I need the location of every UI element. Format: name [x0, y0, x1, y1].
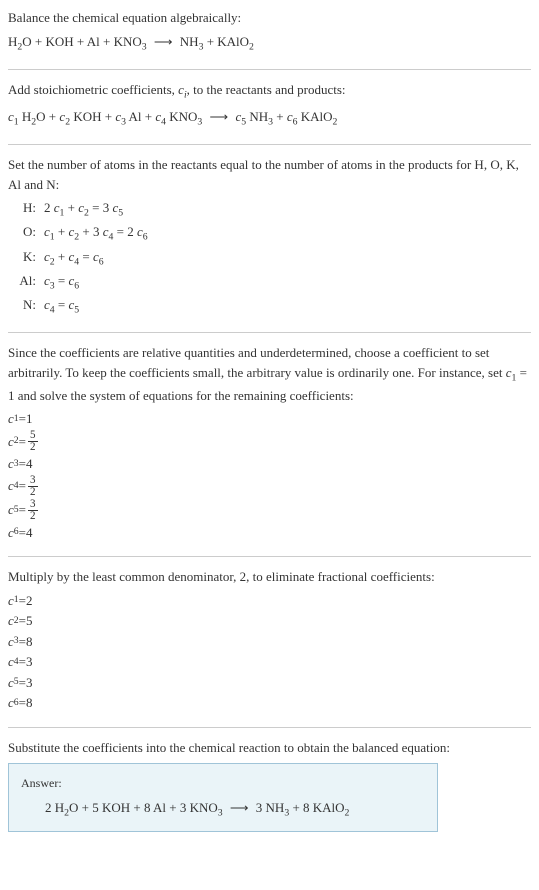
atom-row-n: N: c4 = c5	[8, 295, 531, 318]
divider	[8, 727, 531, 728]
atom-label: H:	[8, 198, 36, 218]
coef-row: c6 = 4	[8, 523, 531, 543]
atom-equations-table: H: 2 c1 + c2 = 3 c5 O: c1 + c2 + 3 c4 = …	[8, 198, 531, 318]
coef-row: c1 = 1	[8, 409, 531, 429]
coef-row: c3 = 4	[8, 454, 531, 474]
section2-title: Add stoichiometric coefficients, ci, to …	[8, 80, 531, 103]
section2-equation: c1 H2O + c2 KOH + c3 Al + c4 KNO3 ⟶ c5 N…	[8, 107, 531, 130]
atom-label: O:	[8, 222, 36, 242]
divider	[8, 69, 531, 70]
answer-equation: 2 H2O + 5 KOH + 8 Al + 3 KNO3 ⟶ 3 NH3 + …	[45, 798, 425, 821]
atom-equation: c3 = c6	[44, 271, 79, 294]
coef-row: c4 = 3	[8, 652, 531, 672]
atom-row-al: Al: c3 = c6	[8, 271, 531, 294]
atom-equation: c1 + c2 + 3 c4 = 2 c6	[44, 222, 148, 245]
answer-label: Answer:	[21, 774, 425, 792]
divider	[8, 144, 531, 145]
section4-title: Since the coefficients are relative quan…	[8, 343, 531, 405]
coef-row: c2 = 52	[8, 430, 531, 453]
section5-title: Multiply by the least common denominator…	[8, 567, 531, 587]
atom-row-o: O: c1 + c2 + 3 c4 = 2 c6	[8, 222, 531, 245]
section6-title: Substitute the coefficients into the che…	[8, 738, 531, 758]
coef-row: c3 = 8	[8, 632, 531, 652]
atom-label: N:	[8, 295, 36, 315]
atom-label: Al:	[8, 271, 36, 291]
answer-box: Answer: 2 H2O + 5 KOH + 8 Al + 3 KNO3 ⟶ …	[8, 763, 438, 832]
atom-equation: 2 c1 + c2 = 3 c5	[44, 198, 123, 221]
coef-row: c2 = 5	[8, 611, 531, 631]
coef-row: c5 = 32	[8, 499, 531, 522]
coefficient-list-integer: c1 = 2 c2 = 5 c3 = 8 c4 = 3 c5 = 3 c6 = …	[8, 591, 531, 713]
coefficient-list-fractional: c1 = 1 c2 = 52 c3 = 4 c4 = 32 c5 = 32 c6…	[8, 409, 531, 542]
coef-row: c6 = 8	[8, 693, 531, 713]
atom-label: K:	[8, 247, 36, 267]
atom-equation: c2 + c4 = c6	[44, 247, 104, 270]
divider	[8, 332, 531, 333]
section1-equation: H2O + KOH + Al + KNO3 ⟶ NH3 + KAlO2	[8, 32, 531, 55]
section3-title: Set the number of atoms in the reactants…	[8, 155, 531, 194]
atom-row-k: K: c2 + c4 = c6	[8, 247, 531, 270]
coef-row: c5 = 3	[8, 673, 531, 693]
atom-row-h: H: 2 c1 + c2 = 3 c5	[8, 198, 531, 221]
atom-equation: c4 = c5	[44, 295, 79, 318]
coef-row: c4 = 32	[8, 475, 531, 498]
divider	[8, 556, 531, 557]
section1-title: Balance the chemical equation algebraica…	[8, 8, 531, 28]
coef-row: c1 = 2	[8, 591, 531, 611]
